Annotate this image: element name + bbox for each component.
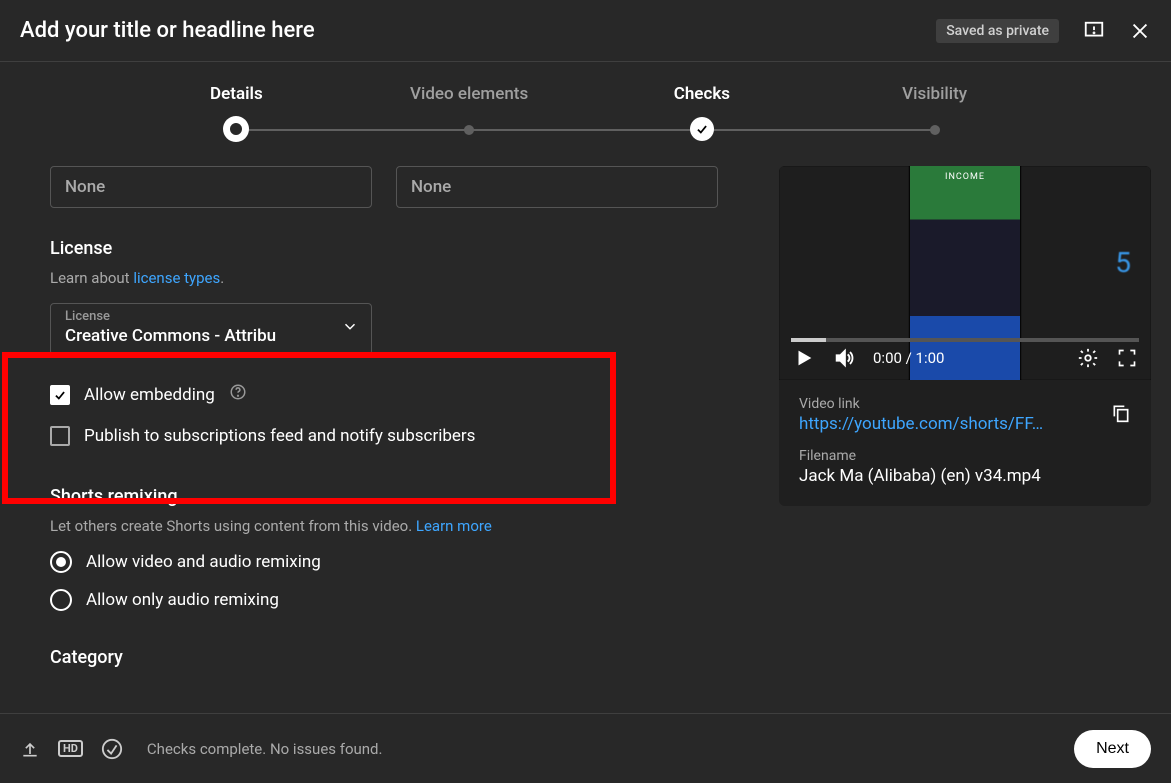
feedback-icon[interactable] bbox=[1083, 20, 1105, 42]
filename-value: Jack Ma (Alibaba) (en) v34.mp4 bbox=[799, 466, 1131, 486]
publish-subscribers-label: Publish to subscriptions feed and notify… bbox=[84, 426, 475, 446]
video-preview-card: 5 0:00 / 1:00 bbox=[779, 166, 1151, 506]
footer-status: Checks complete. No issues found. bbox=[147, 740, 383, 758]
remix-learn-more-link[interactable]: Learn more bbox=[416, 517, 492, 535]
allow-embedding-label: Allow embedding bbox=[84, 385, 215, 405]
license-select[interactable]: License Creative Commons - Attribu bbox=[50, 303, 372, 355]
fullscreen-icon[interactable] bbox=[1117, 348, 1137, 368]
video-player[interactable]: 5 0:00 / 1:00 bbox=[779, 166, 1151, 380]
category-heading: Category bbox=[50, 647, 759, 668]
page-title: Add your title or headline here bbox=[20, 18, 936, 43]
upload-icon[interactable] bbox=[20, 739, 40, 759]
settings-icon[interactable] bbox=[1077, 347, 1099, 369]
hd-badge: HD bbox=[58, 740, 83, 757]
select-box-2[interactable]: None bbox=[396, 166, 718, 208]
remix-video-audio-radio[interactable] bbox=[50, 551, 72, 573]
close-icon[interactable] bbox=[1129, 20, 1151, 42]
select-box-1[interactable]: None bbox=[50, 166, 372, 208]
next-button[interactable]: Next bbox=[1074, 730, 1151, 768]
copy-icon[interactable] bbox=[1111, 401, 1131, 429]
remix-opt1-label: Allow video and audio remixing bbox=[86, 552, 321, 572]
step-video-elements[interactable]: Video elements bbox=[353, 84, 586, 142]
allow-embedding-checkbox[interactable] bbox=[50, 385, 70, 405]
check-circle-icon bbox=[101, 738, 123, 760]
stepper: Details Video elements Checks Visibility bbox=[0, 62, 1171, 142]
remix-heading: Shorts remixing bbox=[50, 486, 759, 507]
chevron-down-icon bbox=[341, 318, 359, 341]
step-details[interactable]: Details bbox=[120, 84, 353, 142]
license-subtext: Learn about license types. bbox=[50, 269, 759, 287]
video-time: 0:00 / 1:00 bbox=[873, 349, 944, 367]
license-types-link[interactable]: license types bbox=[133, 269, 220, 287]
remix-subtext: Let others create Shorts using content f… bbox=[50, 517, 759, 535]
video-link-label: Video link bbox=[799, 396, 1043, 412]
remix-opt2-label: Allow only audio remixing bbox=[86, 590, 279, 610]
video-link[interactable]: https://youtube.com/shorts/FF… bbox=[799, 414, 1043, 434]
help-icon[interactable] bbox=[229, 383, 247, 406]
step-checks[interactable]: Checks bbox=[586, 84, 819, 142]
license-heading: License bbox=[50, 238, 759, 259]
step-visibility[interactable]: Visibility bbox=[818, 84, 1051, 142]
save-status-badge: Saved as private bbox=[936, 19, 1059, 43]
play-icon[interactable] bbox=[793, 347, 815, 369]
filename-label: Filename bbox=[799, 448, 1131, 464]
publish-subscribers-checkbox[interactable] bbox=[50, 426, 70, 446]
remix-audio-only-radio[interactable] bbox=[50, 589, 72, 611]
volume-icon[interactable] bbox=[833, 347, 855, 369]
